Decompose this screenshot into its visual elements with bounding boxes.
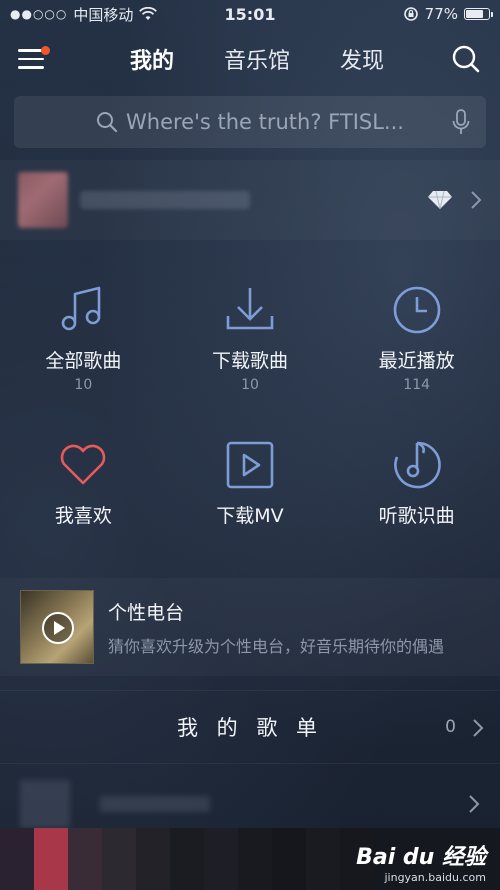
grid-item-count: 114 [403, 377, 431, 393]
tab-discover[interactable]: 发现 [340, 43, 384, 75]
carrier-name: 中国移动 [73, 5, 134, 24]
rotation-lock-icon [403, 7, 418, 21]
personal-radio-row[interactable]: 个性电台 猜你喜欢升级为个性电台，好音乐期待你的偶遇 [0, 578, 500, 676]
grid-item-label: 全部歌曲 [45, 350, 122, 372]
playlists-count: 0 [445, 717, 456, 737]
diamond-icon[interactable] [426, 189, 454, 211]
grid-item-downloaded-songs[interactable]: 下载歌曲 10 [167, 262, 334, 417]
search-placeholder: Where's the truth? FTISL... [126, 110, 404, 134]
battery-percent: 77% [424, 5, 458, 23]
my-playlists-header[interactable]: 我 的 歌 单 0 [0, 690, 500, 764]
grid-item-count: 10 [241, 377, 259, 393]
play-icon[interactable] [41, 611, 75, 645]
playlist-name-blurred [100, 796, 210, 812]
tab-music-hall[interactable]: 音乐馆 [224, 43, 290, 75]
wifi-icon [139, 7, 158, 20]
watermark-brand: Bai du 经验 [356, 845, 486, 870]
avatar[interactable] [18, 172, 68, 228]
music-recognize-icon [393, 441, 441, 489]
grid-item-all-songs[interactable]: 全部歌曲 10 [0, 262, 167, 417]
status-bar: ●●○○○ 中国移动 15:01 77% [0, 0, 500, 28]
video-play-icon [226, 441, 274, 489]
watermark-url: jingyan.baidu.com [384, 871, 486, 884]
status-time: 15:01 [224, 4, 276, 24]
search-input[interactable]: Where's the truth? FTISL... [14, 96, 486, 148]
grid-item-label: 下载歌曲 [211, 350, 288, 372]
chevron-right-icon[interactable] [470, 190, 482, 210]
top-nav: 我的 音乐馆 发现 [0, 30, 500, 88]
grid-item-label: 最近播放 [378, 350, 455, 372]
profile-row[interactable] [0, 160, 500, 240]
menu-button[interactable] [18, 43, 50, 75]
grid-item-song-recognition[interactable]: 听歌识曲 [333, 417, 500, 562]
grid-item-recently-played[interactable]: 最近播放 114 [333, 262, 500, 417]
search-icon[interactable] [450, 43, 482, 75]
chevron-right-icon[interactable] [468, 794, 480, 814]
grid-item-favorites[interactable]: 我喜欢 [0, 417, 167, 562]
radio-title: 个性电台 [108, 601, 185, 624]
microphone-icon[interactable] [452, 109, 470, 135]
grid-item-label: 我喜欢 [54, 505, 112, 527]
download-icon [226, 288, 274, 330]
search-icon [97, 112, 118, 133]
radio-description: 猜你喜欢升级为个性电台，好音乐期待你的偶遇 [108, 636, 445, 656]
battery-icon [464, 8, 493, 20]
tab-mine[interactable]: 我的 [130, 43, 174, 75]
tab-bar: 我的 音乐馆 发现 [64, 43, 450, 75]
radio-cover[interactable] [20, 590, 94, 664]
music-note-icon [62, 286, 101, 331]
grid-item-count: 10 [74, 377, 93, 393]
baidu-watermark: Bai du 经验 jingyan.baidu.com [356, 839, 486, 884]
playlists-title: 我 的 歌 单 [176, 716, 324, 740]
signal-strength: ●●○○○ [10, 7, 68, 21]
chevron-right-icon[interactable] [472, 718, 484, 738]
notification-dot [41, 46, 50, 55]
username-blurred [80, 191, 250, 209]
grid-item-downloaded-mv[interactable]: 下载MV [167, 417, 334, 562]
clock-icon [393, 286, 440, 334]
grid-item-label: 下载MV [216, 505, 284, 527]
grid-item-label: 听歌识曲 [378, 505, 455, 527]
heart-icon [61, 444, 106, 485]
library-grid: 全部歌曲 10 下载歌曲 10 最近播放 114 我喜欢 下载MV 听歌识曲 [0, 262, 500, 562]
playlist-thumbnail [20, 780, 70, 828]
